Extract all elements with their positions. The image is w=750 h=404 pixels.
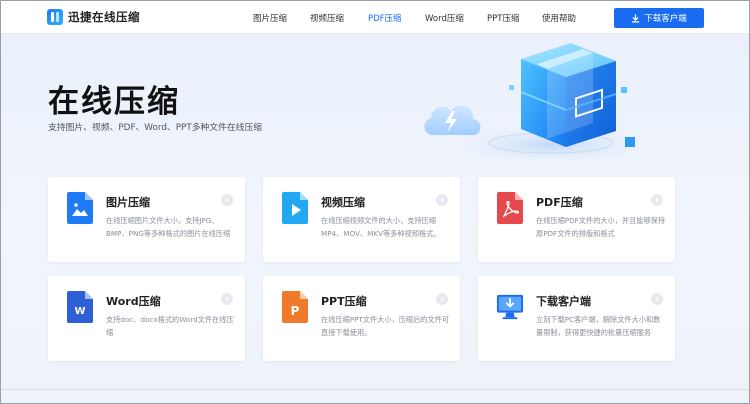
word-file-icon: W [67,291,93,323]
site-logo[interactable]: 迅捷在线压缩 [47,9,140,25]
top-navbar: 迅捷在线压缩 图片压缩 视频压缩 PDF压缩 Word压缩 PPT压缩 使用帮助… [1,1,749,34]
card-title: 图片压缩 [106,196,150,209]
logo-icon [47,9,63,25]
card-title: Word压缩 [106,295,161,308]
chevron-right-icon [436,293,448,305]
bottom-divider [1,389,749,390]
card-video-compress[interactable]: 视频压缩 在线压缩视频文件的大小，支持压缩MP4、MOV、MKV等多种视频格式。 [263,177,460,262]
card-title: 视频压缩 [321,196,365,209]
chevron-right-icon [436,194,448,206]
card-description: 在线压缩视频文件的大小，支持压缩MP4、MOV、MKV等多种视频格式。 [321,216,441,238]
desktop-download-icon [496,294,524,320]
card-description: 支持doc、docx格式的Word文件在线压缩 [106,315,234,337]
card-word-compress[interactable]: W Word压缩 支持doc、docx格式的Word文件在线压缩 [48,276,245,361]
page-subtitle: 支持图片、视频、PDF、Word、PPT多种文件在线压缩 [48,123,263,133]
nav-item-ppt[interactable]: PPT压缩 [487,12,519,24]
chevron-right-icon [651,194,663,206]
cloud-lightning-icon [424,105,481,135]
nav-item-video[interactable]: 视频压缩 [310,12,344,24]
nav-item-word[interactable]: Word压缩 [425,12,464,24]
card-download-client[interactable]: 下载客户端 立刻下载PC客户端，解除文件大小和数量限制，获得更快捷的批量压缩服务 [478,276,675,361]
card-ppt-compress[interactable]: P PPT压缩 在线压缩PPT文件大小，压缩后的文件可直接下载使用。 [263,276,460,361]
card-description: 在线压缩PDF文件的大小，并且能够保持原PDF文件的排版和格式 [536,216,666,238]
nav-item-help[interactable]: 使用帮助 [542,12,576,24]
video-file-icon [282,192,308,224]
card-title: 下载客户端 [536,295,591,308]
page-title: 在线压缩 [48,84,180,120]
nav-item-image[interactable]: 图片压缩 [253,12,287,24]
chevron-right-icon [651,293,663,305]
download-client-button[interactable]: 下载客户端 [614,8,704,28]
chevron-right-icon [221,194,233,206]
card-image-compress[interactable]: 图片压缩 在线压缩图片文件大小，支持JPG、BMP、PNG等多种格式的图片在线压… [48,177,245,262]
card-pdf-compress[interactable]: PDF压缩 在线压缩PDF文件的大小，并且能够保持原PDF文件的排版和格式 [478,177,675,262]
svg-text:P: P [291,304,300,318]
svg-text:W: W [74,306,85,317]
download-icon [631,13,640,23]
card-description: 在线压缩PPT文件大小，压缩后的文件可直接下载使用。 [321,315,450,337]
compression-cube-graphic [520,43,617,147]
pdf-file-icon [497,192,523,224]
card-description: 在线压缩图片文件大小，支持JPG、BMP、PNG等多种格式的图片在线压缩 [106,216,231,238]
chevron-right-icon [221,293,233,305]
logo-text: 迅捷在线压缩 [68,10,140,24]
card-description: 立刻下载PC客户端，解除文件大小和数量限制，获得更快捷的批量压缩服务 [536,315,661,337]
page-frame: 迅捷在线压缩 图片压缩 视频压缩 PDF压缩 Word压缩 PPT压缩 使用帮助… [0,0,750,404]
card-title: PPT压缩 [321,295,367,308]
download-client-label: 下载客户端 [644,14,687,24]
hero-illustration [424,43,646,163]
card-title: PDF压缩 [536,196,583,209]
nav-item-pdf[interactable]: PDF压缩 [368,12,402,24]
ppt-file-icon: P [282,291,308,323]
image-file-icon [67,192,93,224]
